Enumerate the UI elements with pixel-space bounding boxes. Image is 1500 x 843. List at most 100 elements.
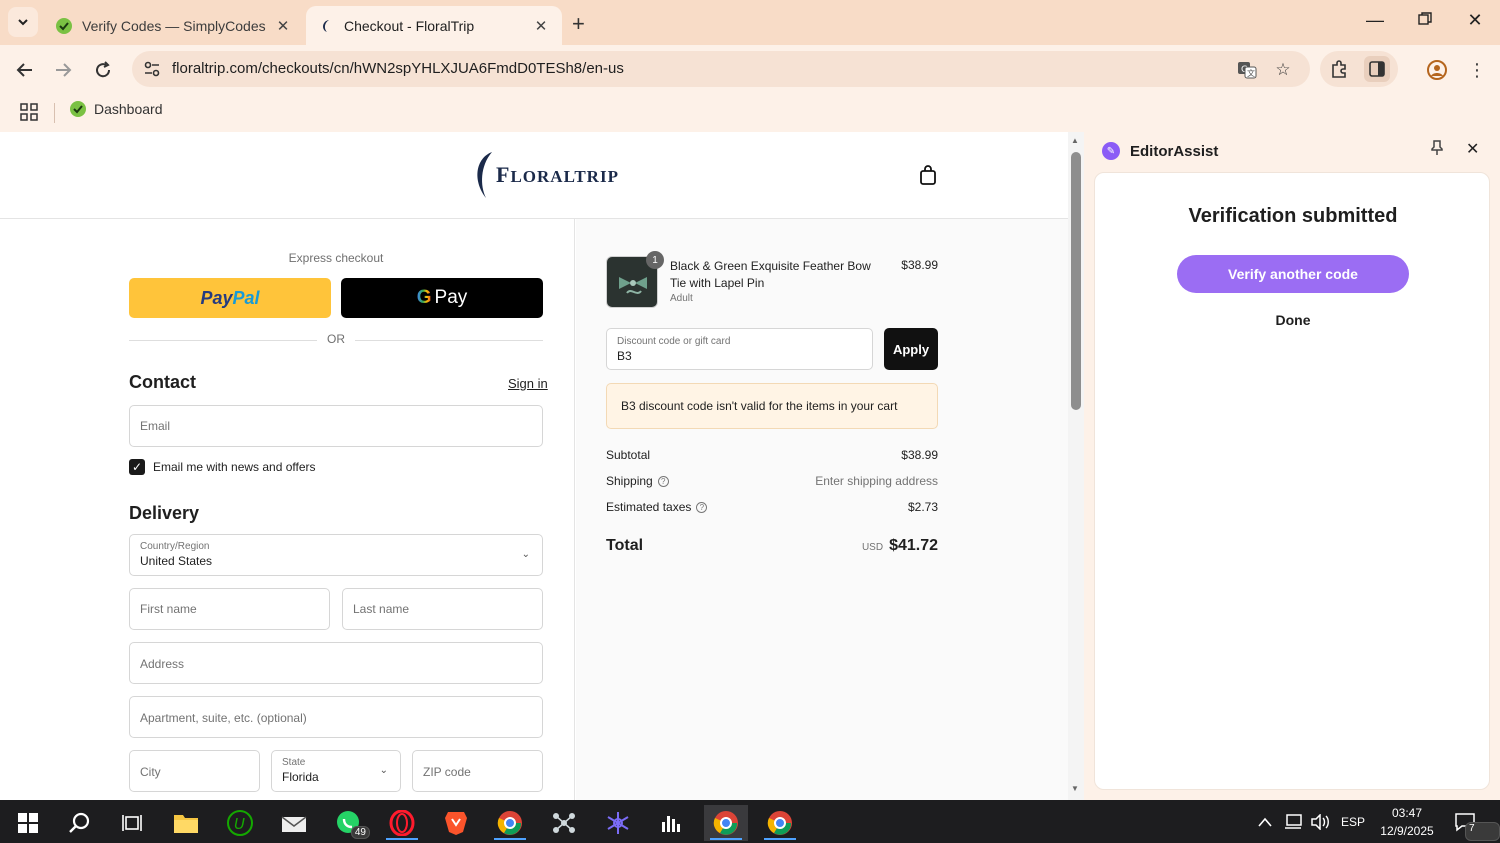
address-bar[interactable]: floraltrip.com/checkouts/cn/hWN2spYHLXJU… (132, 51, 1310, 87)
state-select[interactable]: State Florida ⌄ (271, 750, 401, 792)
svg-text:文: 文 (1247, 68, 1255, 78)
product-variant: Adult (670, 293, 693, 304)
logo-initial: F (496, 162, 511, 187)
delivery-title: Delivery (129, 503, 200, 523)
product-price: $38.99 (901, 258, 938, 272)
close-tab-icon[interactable]: ✕ (532, 17, 550, 35)
volume-icon[interactable] (1310, 800, 1330, 843)
floraltrip-logo[interactable]: FLORALTRIP (472, 150, 619, 200)
bookmark-dashboard[interactable]: Dashboard (70, 101, 163, 117)
minimize-icon[interactable]: — (1360, 10, 1390, 31)
back-icon[interactable] (12, 57, 38, 83)
network-icon[interactable] (1283, 800, 1303, 843)
address-field[interactable]: Address (129, 642, 543, 684)
chevron-up-icon[interactable] (1258, 800, 1272, 843)
first-name-field[interactable]: First name (129, 588, 330, 630)
contact-title: Contact (129, 372, 196, 392)
product-name: Black & Green Exquisite Feather Bow Tie … (670, 259, 871, 290)
verification-card: Verification submitted Verify another co… (1094, 172, 1490, 790)
city-field[interactable]: City (129, 750, 260, 792)
side-panel-icon[interactable] (1364, 56, 1390, 82)
apply-button[interactable]: Apply (884, 328, 938, 370)
pin-icon[interactable] (1431, 140, 1443, 159)
chrome-second-icon[interactable] (758, 805, 802, 841)
reload-icon[interactable] (90, 57, 116, 83)
page-scrollbar[interactable]: ▲ ▼ (1068, 132, 1084, 800)
logo-text: LORALTRIP (510, 167, 619, 186)
scrollbar-thumb[interactable] (1071, 152, 1081, 410)
zip-code-field[interactable]: ZIP code (412, 750, 543, 792)
or-divider: OR (129, 332, 543, 348)
tab-checkout[interactable]: Checkout - FloralTrip ✕ (306, 6, 562, 45)
simplycodes-favicon-icon (70, 101, 86, 117)
sign-in-link[interactable]: Sign in (508, 376, 548, 391)
tab-search-button[interactable] (8, 7, 38, 37)
checkout-form: Express checkout Pay Pal G Pay OR Contact … (0, 219, 575, 800)
scroll-up-icon[interactable]: ▲ (1071, 136, 1079, 145)
chrome-active-icon[interactable] (704, 805, 748, 841)
divider (54, 103, 55, 123)
site-info-icon[interactable] (142, 59, 162, 79)
upwork-icon[interactable]: U (218, 805, 262, 841)
last-name-field[interactable]: Last name (342, 588, 543, 630)
bookmark-star-icon[interactable]: ☆ (1272, 59, 1294, 81)
subtotal-row: Subtotal $38.99 (606, 448, 938, 462)
paypal-button[interactable]: Pay Pal (129, 278, 331, 318)
start-icon[interactable] (6, 805, 50, 841)
search-icon[interactable] (58, 805, 102, 841)
whatsapp-icon[interactable]: 49 (326, 805, 370, 841)
simplycodes-favicon-icon (56, 17, 72, 34)
done-button[interactable]: Done (1095, 312, 1491, 328)
apps-grid-icon[interactable] (20, 103, 38, 126)
new-tab-button[interactable]: + (572, 11, 585, 37)
shopping-bag-icon[interactable] (918, 164, 938, 191)
extensions-group (1320, 51, 1398, 87)
svg-text:U: U (234, 815, 245, 833)
clock[interactable]: 03:47 12/9/2025 (1372, 804, 1442, 840)
notifications-badge: 7 (1465, 822, 1500, 841)
restore-icon[interactable] (1410, 10, 1440, 31)
info-icon[interactable]: ? (696, 502, 708, 514)
browser-toolbar: floraltrip.com/checkouts/cn/hWN2spYHLXJU… (0, 45, 1500, 95)
translate-icon[interactable]: G文 (1236, 59, 1258, 81)
editorassist-logo-icon: ✎ (1102, 142, 1120, 160)
close-window-icon[interactable]: ✕ (1460, 10, 1490, 31)
country-select[interactable]: Country/Region United States ⌄ (129, 534, 543, 576)
verify-another-code-button[interactable]: Verify another code (1177, 255, 1409, 293)
floraltrip-favicon-icon (323, 19, 329, 32)
close-side-panel-icon[interactable]: ✕ (1466, 139, 1479, 159)
scroll-down-icon[interactable]: ▼ (1071, 784, 1079, 793)
extensions-icon[interactable] (1326, 56, 1352, 82)
quantity-badge: 1 (646, 251, 664, 269)
snowflake-app-icon[interactable] (596, 805, 640, 841)
menu-kebab-icon[interactable]: ⋮ (1464, 57, 1490, 83)
google-pay-button[interactable]: G Pay (341, 278, 543, 318)
chevron-down-icon: ⌄ (521, 549, 530, 560)
language-indicator[interactable]: ESP (1341, 800, 1365, 843)
tab-strip: Verify Codes — SimplyCodes ✕ Checkout - … (0, 0, 1500, 45)
side-panel: ✎ EditorAssist Verification submitted Ve… (1084, 132, 1500, 800)
task-view-icon[interactable] (110, 805, 154, 841)
audio-app-icon[interactable] (650, 805, 694, 841)
newsletter-checkbox-row[interactable]: ✓ Email me with news and offers (129, 459, 316, 475)
network-app-icon[interactable] (542, 805, 586, 841)
email-field[interactable]: Email (129, 405, 543, 447)
verification-heading: Verification submitted (1188, 205, 1398, 227)
shipping-row: Shipping? Enter shipping address (606, 474, 938, 488)
newsletter-checkbox[interactable]: ✓ (129, 459, 145, 475)
opera-icon[interactable] (380, 805, 424, 841)
apartment-field[interactable]: Apartment, suite, etc. (optional) (129, 696, 543, 738)
info-icon[interactable]: ? (657, 476, 669, 488)
forward-icon[interactable] (50, 57, 76, 83)
tab-verify-codes[interactable]: Verify Codes — SimplyCodes ✕ (44, 6, 304, 45)
profile-icon[interactable] (1424, 57, 1450, 83)
bookmark-label: Dashboard (94, 101, 163, 117)
chrome-profile-icon[interactable] (488, 805, 532, 841)
mail-icon[interactable] (272, 805, 316, 841)
file-explorer-icon[interactable] (164, 805, 208, 841)
brave-icon[interactable] (434, 805, 478, 841)
discount-code-input[interactable]: Discount code or gift card B3 (606, 328, 873, 370)
express-checkout-label: Express checkout (288, 251, 384, 265)
close-tab-icon[interactable]: ✕ (274, 17, 292, 35)
feather-logo-icon (477, 152, 492, 198)
